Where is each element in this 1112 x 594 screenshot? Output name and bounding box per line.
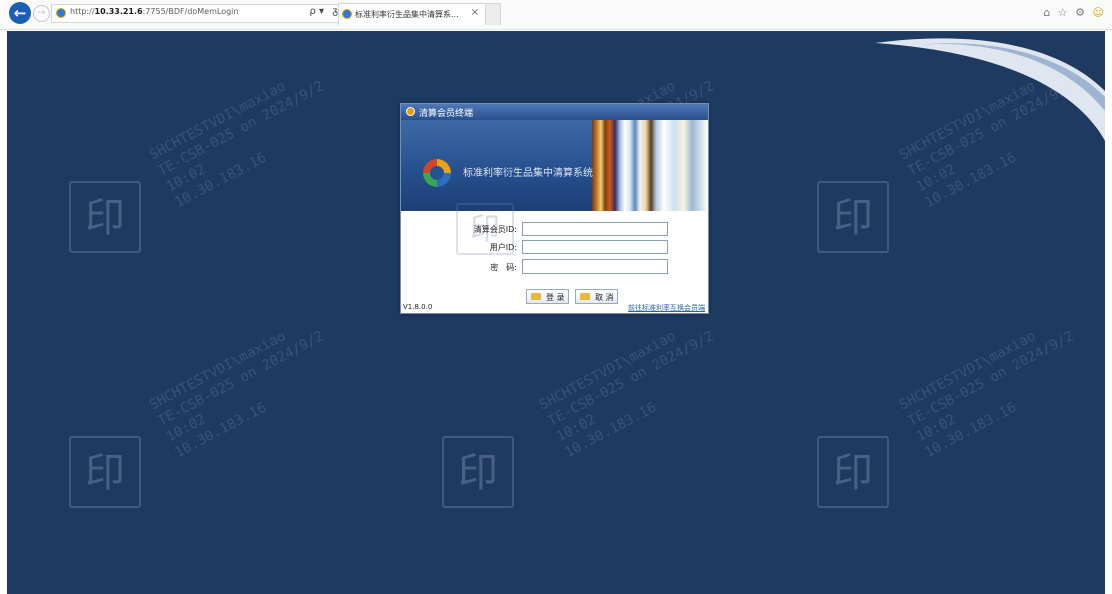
tab-close-icon[interactable]: × — [471, 7, 479, 18]
address-url: http://10.33.21.6:7755/BDF/doMemLogin — [70, 7, 239, 16]
smiley-icon[interactable]: ☺ — [1093, 6, 1106, 19]
login-window: 清算会员终端 标准利率衍生品集中清算系统 印 清算会员ID: 用户ID: 密 码… — [400, 103, 709, 314]
toolbar-icons: ⌂ ☆ ⚙ ☺ — [1043, 6, 1106, 19]
home-star-gear-icons[interactable]: ⌂ ☆ ⚙ — [1043, 6, 1087, 19]
forward-button[interactable]: → — [33, 5, 50, 22]
page-background: SHCHTESTVDI\maxiao TE-CSB-025 on 2024/9/… — [7, 31, 1105, 594]
password-label: 密 码: — [490, 263, 517, 272]
seal-watermark: 印 — [817, 181, 889, 253]
version-label: V1.8.0.0 — [403, 303, 433, 311]
tab-title: 标准利率衍生品集中清算系... — [355, 10, 459, 19]
member-id-label: 清算会员ID: — [473, 225, 517, 234]
user-id-input[interactable] — [522, 240, 668, 254]
address-bar[interactable]: http://10.33.21.6:7755/BDF/doMemLogin ρ … — [51, 4, 343, 23]
seal-watermark: 印 — [69, 436, 141, 508]
window-titlebar: 清算会员终端 — [401, 104, 708, 120]
app-icon — [406, 107, 415, 116]
seal-watermark: 印 — [442, 436, 514, 508]
watermark: SHCHTESTVDI\maxiao TE-CSB-025 on 2024/9/… — [146, 328, 327, 462]
support-link[interactable]: 前往标准利率互换会员端 — [628, 303, 705, 313]
decorative-stripes — [592, 120, 708, 211]
search-dropdown-icon[interactable]: ρ ▾ — [309, 6, 324, 17]
watermark: SHCHTESTVDI\maxiao TE-CSB-025 on 2024/9/… — [896, 328, 1077, 462]
cancel-button[interactable]: 取 消 — [575, 289, 618, 304]
system-logo-icon — [423, 159, 451, 187]
login-button[interactable]: 登 录 — [526, 289, 569, 304]
folder-icon — [531, 293, 541, 300]
seal-watermark: 印 — [817, 436, 889, 508]
browser-tab[interactable]: 标准利率衍生品集中清算系... × — [338, 3, 486, 25]
window-title: 清算会员终端 — [419, 109, 474, 119]
back-button[interactable]: ← — [9, 2, 31, 24]
tab-favicon-icon — [342, 9, 352, 19]
login-banner: 标准利率衍生品集中清算系统 — [401, 120, 708, 211]
new-tab-button[interactable] — [485, 3, 501, 25]
page-icon — [56, 8, 66, 18]
folder-icon — [580, 293, 590, 300]
browser-toolbar: ← → http://10.33.21.6:7755/BDF/doMemLogi… — [0, 0, 1112, 30]
user-id-label: 用户ID: — [489, 243, 517, 252]
watermark: SHCHTESTVDI\maxiao TE-CSB-025 on 2024/9/… — [146, 78, 327, 212]
system-title: 标准利率衍生品集中清算系统 — [463, 168, 593, 179]
decorative-swoosh — [875, 38, 1105, 141]
seal-watermark: 印 — [69, 181, 141, 253]
member-id-input[interactable] — [522, 222, 668, 236]
watermark: SHCHTESTVDI\maxiao TE-CSB-025 on 2024/9/… — [536, 328, 717, 462]
password-input[interactable] — [522, 259, 668, 274]
login-form: 印 清算会员ID: 用户ID: 密 码: 登 录 取 消 V1.8.0.0 前往… — [401, 203, 708, 313]
